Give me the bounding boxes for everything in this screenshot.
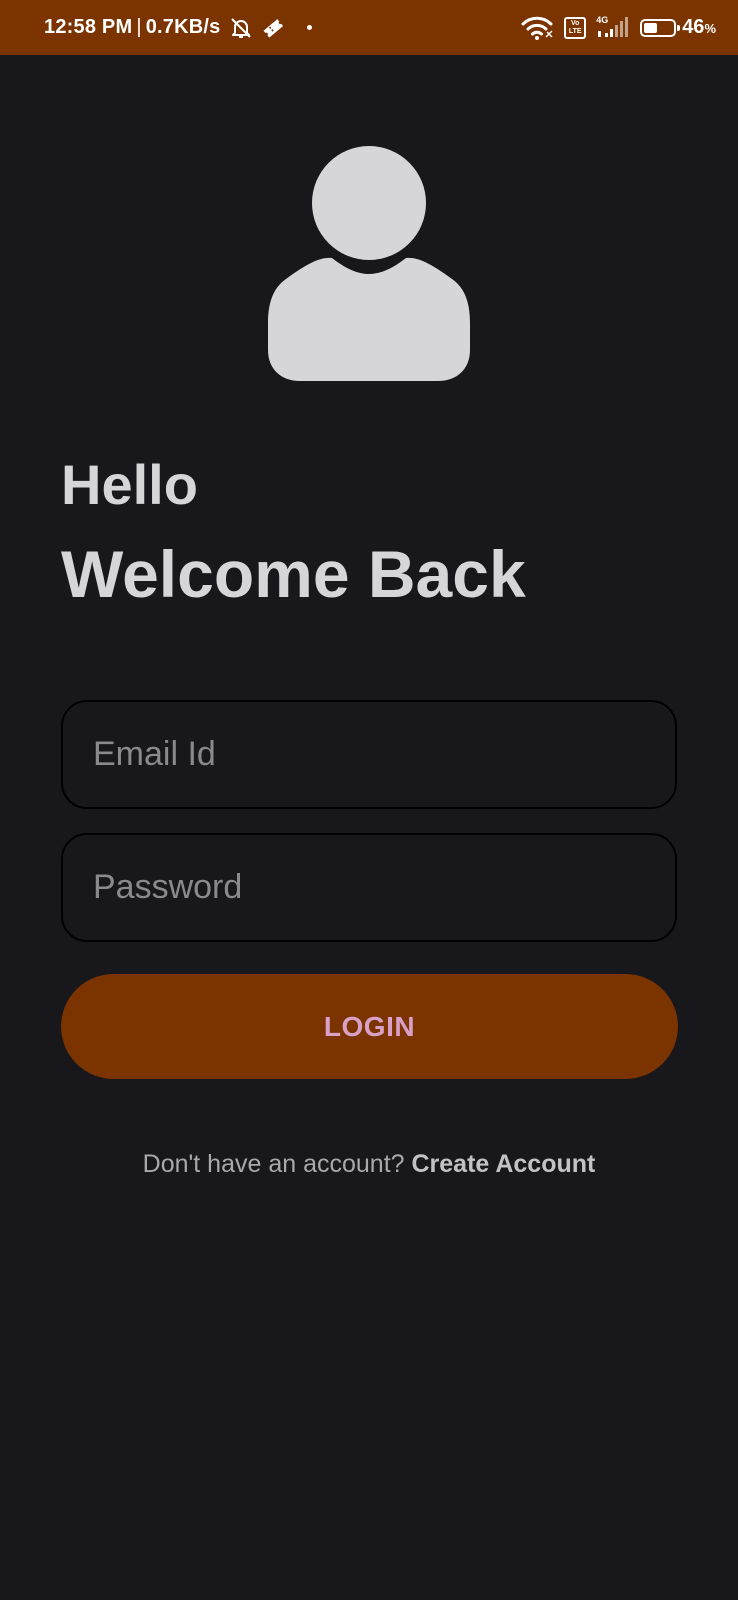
network-speed: 0.7KB/s	[145, 16, 221, 38]
wifi-icon	[521, 16, 553, 40]
clock: 12:58 PM	[44, 16, 133, 38]
volte-icon: Vo LTE	[564, 16, 587, 39]
dot-icon	[306, 25, 312, 30]
user-icon	[268, 146, 470, 381]
greeting-welcome-back: Welcome Back	[61, 537, 526, 611]
signup-prompt: Don't have an account? Create Account	[0, 1150, 738, 1179]
signup-prompt-text: Don't have an account?	[142, 1150, 412, 1178]
email-field[interactable]	[61, 700, 677, 809]
password-field[interactable]	[61, 833, 677, 942]
status-bar-left: 12:58 PM | 0.7KB/s	[44, 0, 312, 55]
ticket-icon	[263, 18, 283, 38]
battery-percent-unit: %	[704, 21, 716, 36]
bell-off-icon	[230, 17, 251, 38]
create-account-link[interactable]: Create Account	[412, 1150, 596, 1178]
battery-percent-value: 46	[682, 16, 705, 38]
status-bar: 12:58 PM | 0.7KB/s Vo LTE 4G 46%	[0, 0, 738, 55]
battery-indicator: 46%	[640, 16, 716, 39]
greeting-hello: Hello	[61, 453, 198, 516]
battery-fill	[644, 22, 658, 33]
battery-percent: 46%	[682, 16, 716, 39]
status-separator: |	[136, 16, 142, 38]
status-bar-right: Vo LTE 4G 46%	[520, 0, 716, 55]
battery-icon	[640, 18, 681, 37]
login-button[interactable]: LOGIN	[61, 974, 678, 1079]
signal-icon: 4G	[596, 15, 630, 39]
